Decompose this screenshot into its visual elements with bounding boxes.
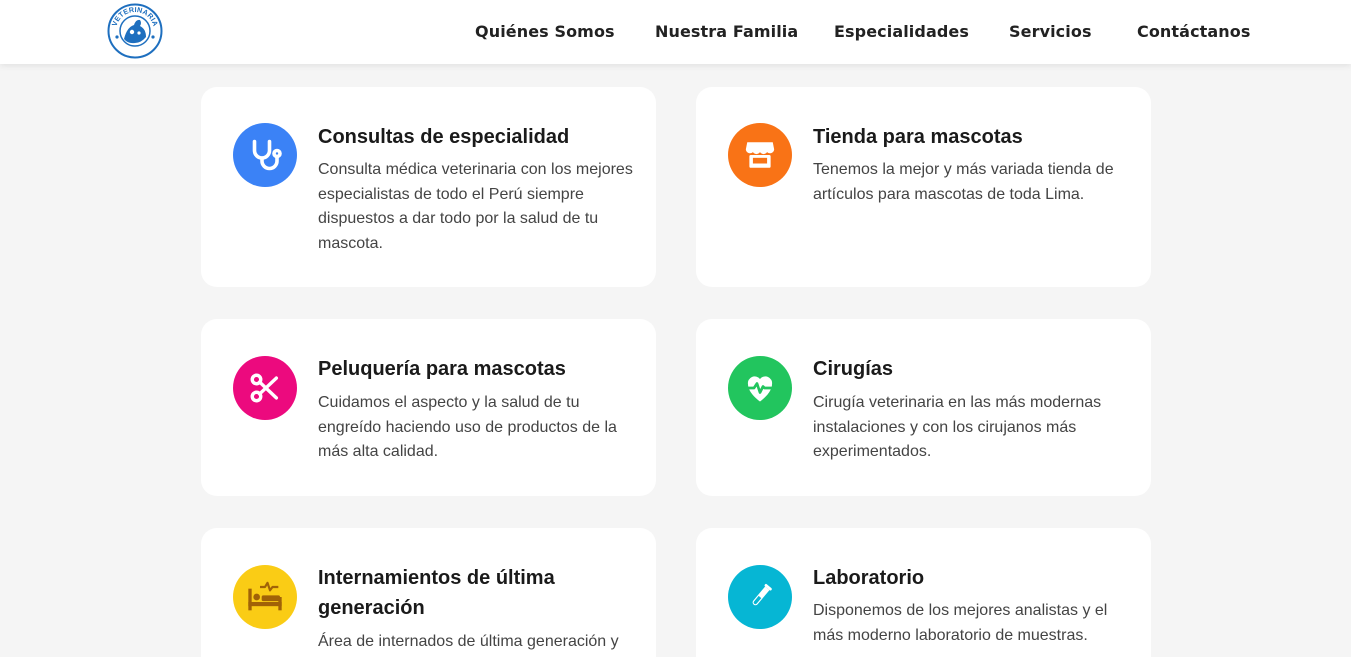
service-icon-badge: [233, 565, 297, 629]
service-description: Cuidamos el aspecto y la salud de tu eng…: [318, 394, 617, 460]
service-title: Tienda para mascotas: [813, 126, 1023, 148]
service-card-peluqueria: Peluquería para mascotas Cuidamos el asp…: [201, 319, 656, 496]
service-card-tienda: Tienda para mascotas Tenemos la mejor y …: [696, 87, 1151, 287]
service-title: Laboratorio: [813, 567, 925, 589]
service-description: Cirugía veterinaria en las más modernas …: [813, 394, 1102, 460]
store-icon: [745, 142, 775, 168]
service-description: Disponemos de los mejores analistas y el…: [813, 602, 1108, 644]
service-card-internamientos: Internamientos de última generación Área…: [201, 528, 656, 657]
navbar: VETERINARIA Quiénes Somos Nuestra Famili…: [0, 0, 1351, 64]
test-tube-icon: [752, 583, 772, 606]
service-title: Peluquería para mascotas: [318, 358, 566, 380]
service-icon-badge: [728, 356, 792, 420]
nav-link-nuestra-familia[interactable]: Nuestra Familia: [655, 22, 798, 41]
service-title: Cirugías: [813, 358, 894, 380]
nav-link-contactanos[interactable]: Contáctanos: [1137, 22, 1251, 41]
service-card-laboratorio: Laboratorio Disponemos de los mejores an…: [696, 528, 1151, 657]
service-description: Área de internados de última generación …: [318, 633, 619, 650]
scissors-icon: [250, 373, 279, 403]
main-nav: Quiénes Somos Nuestra Familia Especialid…: [0, 0, 1351, 64]
service-title: Consultas de especialidad: [318, 126, 570, 148]
service-icon-badge: [728, 123, 792, 187]
service-card-cirugias: Cirugías Cirugía veterinaria en las más …: [696, 319, 1151, 496]
nav-link-quienes-somos[interactable]: Quiénes Somos: [475, 22, 615, 41]
service-icon-badge: [728, 565, 792, 629]
service-icon-badge: [233, 123, 297, 187]
service-description: Tenemos la mejor y más variada tienda de…: [813, 161, 1114, 203]
nav-link-servicios[interactable]: Servicios: [1009, 22, 1092, 41]
heart-pulse-icon: [746, 376, 774, 402]
service-card-consultas: Consultas de especialidad Consulta médic…: [201, 87, 656, 287]
service-icon-badge: [233, 356, 297, 420]
hospital-bed-icon: [248, 581, 282, 611]
service-description: Consulta médica veterinaria con los mejo…: [318, 161, 633, 252]
service-title: Internamientos de última generación: [318, 567, 555, 619]
stethoscope-icon: [252, 139, 282, 171]
nav-link-especialidades[interactable]: Especialidades: [834, 22, 969, 41]
